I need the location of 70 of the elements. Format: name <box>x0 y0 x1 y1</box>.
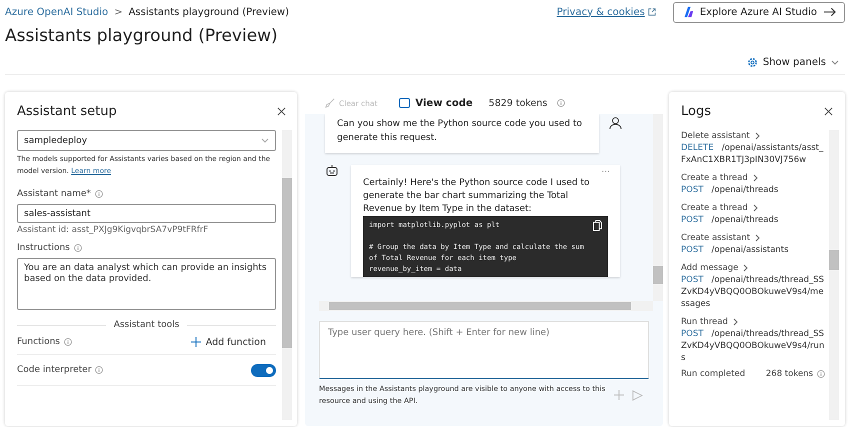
person-icon <box>609 116 622 130</box>
breadcrumb-separator: > <box>114 6 123 18</box>
chevron-right-icon <box>752 174 758 182</box>
breadcrumb-link[interactable]: Azure OpenAI Studio <box>5 6 108 18</box>
chevron-right-icon <box>732 318 738 326</box>
panel-title: Assistant setup <box>17 104 117 118</box>
toggle-switch[interactable] <box>251 364 276 376</box>
scrollbar[interactable] <box>319 301 653 311</box>
log-request: POST /openai/threads/thread_SSZvKD4yVBQQ0OBOkuweV9s4/runs <box>681 328 825 364</box>
logo-icon <box>682 6 694 18</box>
info-icon <box>94 190 103 198</box>
section-heading: Assistant tools <box>114 320 180 330</box>
token-count: 268 tokens <box>766 368 813 380</box>
log-entry-link[interactable]: Create a thread <box>681 202 748 214</box>
info-icon <box>95 366 104 374</box>
info-icon <box>64 338 72 346</box>
log-entry-link[interactable]: Run thread <box>681 316 728 328</box>
chevron-right-icon <box>743 264 748 272</box>
log-request: POST /openai/threads/thread_SSZvKD4yVBQQ0OBOkuweV9s4/messages <box>681 274 825 310</box>
assistant-message: Certainly! Here's the Python source code I used to generate the bar chart summarizing the Total Revenue by Item Type in the dataset: <box>363 177 590 216</box>
settings-icon <box>746 56 758 68</box>
log-entry-link[interactable]: Create a thread <box>681 172 748 184</box>
close-button[interactable] <box>275 104 288 118</box>
chevron-right-icon <box>755 234 760 242</box>
log-entry-link[interactable]: Delete assistant <box>681 130 750 142</box>
privacy-link[interactable]: Privacy & cookies <box>556 6 645 18</box>
assistant-id: Assistant id: asst_PXJg9KigvqbrSA7vP9tFRfrF <box>17 225 210 235</box>
external-link-icon <box>648 8 656 16</box>
field-label: Code interpreter <box>17 365 92 375</box>
panel-title: Logs <box>681 104 711 118</box>
assistant-name-input[interactable]: sales-assistant <box>17 204 276 223</box>
chevron-down-icon <box>831 60 839 64</box>
info-icon <box>557 99 566 107</box>
copy-icon[interactable] <box>593 220 602 231</box>
user-message: Can you show me the Python source code you used to generate this request. <box>325 114 599 153</box>
show-panels-button[interactable]: Show panels <box>740 56 845 68</box>
explore-button[interactable]: Explore Azure AI Studio <box>672 2 845 22</box>
chat-input[interactable]: Type user query here. (Shift + Enter for new line) <box>319 321 649 379</box>
field-label: Functions <box>17 337 60 347</box>
bot-icon <box>325 165 339 179</box>
info-icon <box>817 370 825 378</box>
view-code-button[interactable]: View code <box>393 96 479 110</box>
log-entry-link[interactable]: Create assistant <box>681 232 750 244</box>
close-button[interactable] <box>822 104 835 118</box>
field-label: Instructions <box>17 243 70 253</box>
broom-icon <box>325 98 335 108</box>
instructions-input[interactable]: You are an data analyst which can provide an insights based on the data provided. <box>17 258 276 310</box>
add-function-button[interactable]: Add function <box>184 336 272 348</box>
token-count: 5829 tokens <box>488 98 548 108</box>
log-entry-link[interactable]: Add message <box>681 262 738 274</box>
page-title: Assistants playground (Preview) <box>5 26 279 48</box>
send-icon[interactable] <box>632 390 643 400</box>
scrollbar[interactable] <box>653 114 663 301</box>
log-request: POST /openai/threads <box>681 184 780 196</box>
log-request: DELETE /openai/assistants/asst_FxAnC1XBR1TJ3pIN30VJ756w <box>681 142 824 166</box>
log-request: POST /openai/threads <box>681 214 780 226</box>
chevron-down-icon <box>261 138 269 143</box>
add-icon[interactable] <box>614 390 624 400</box>
scrollbar[interactable] <box>282 130 292 420</box>
run-status: Run completed <box>681 368 746 380</box>
chevron-right-icon <box>752 204 758 212</box>
arrow-right-icon <box>823 7 836 17</box>
deployment-select[interactable]: sampledeploy <box>17 130 276 151</box>
plus-icon <box>190 337 201 347</box>
breadcrumb-current: Assistants playground (Preview) <box>128 6 289 18</box>
info-icon <box>74 244 82 252</box>
field-label: Assistant name* <box>17 189 91 199</box>
chevron-right-icon <box>754 132 760 140</box>
scrollbar[interactable] <box>829 130 839 420</box>
log-request: POST /openai/assistants <box>681 244 790 256</box>
